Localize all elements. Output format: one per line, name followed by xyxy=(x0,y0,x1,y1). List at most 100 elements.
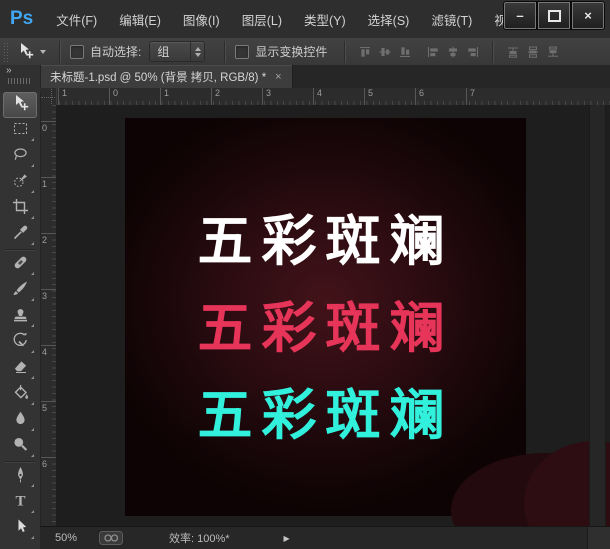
auto-select-label: 自动选择: xyxy=(90,45,142,59)
divider xyxy=(224,40,227,63)
spinner-icon xyxy=(190,42,204,61)
auto-select-dropdown[interactable]: 组 xyxy=(149,41,206,62)
canvas-text-line: 五彩斑斓 xyxy=(197,210,454,272)
distribute-vcenter-icon[interactable] xyxy=(526,45,540,59)
ruler-tick-label: 1 xyxy=(160,88,169,105)
collapse-panel-icon[interactable]: » xyxy=(0,65,40,76)
spot-healing-tool[interactable] xyxy=(3,252,37,278)
flyout-triangle-icon xyxy=(31,190,34,193)
quick-select-tool[interactable] xyxy=(3,170,37,196)
minimize-button[interactable]: – xyxy=(503,1,537,30)
eraser-tool[interactable] xyxy=(3,356,37,382)
align-bottom-icon[interactable] xyxy=(398,45,412,59)
blur-tool[interactable] xyxy=(3,408,37,434)
path-select-tool[interactable] xyxy=(3,516,37,542)
clone-stamp-tool[interactable] xyxy=(3,304,37,330)
menu-item[interactable]: 滤镜(T) xyxy=(420,10,483,29)
toolbar-grip[interactable] xyxy=(8,78,32,84)
menu-item[interactable]: 选择(S) xyxy=(357,10,421,29)
lasso-tool[interactable] xyxy=(3,144,37,170)
heal-icon xyxy=(12,254,29,276)
paint-bucket-tool[interactable] xyxy=(3,382,37,408)
menu-item[interactable]: 编辑(E) xyxy=(108,10,172,29)
flyout-triangle-icon xyxy=(31,164,34,167)
auto-select-checkbox[interactable] xyxy=(70,44,84,59)
maximize-icon xyxy=(547,9,561,22)
ruler-origin-corner[interactable] xyxy=(40,88,57,105)
status-sync-icon[interactable] xyxy=(99,531,123,545)
divider xyxy=(5,461,35,463)
flyout-triangle-icon xyxy=(31,536,34,539)
align-vcenter-icon[interactable] xyxy=(378,45,392,59)
canvas-text-line: 五彩斑斓 xyxy=(197,297,454,359)
align-hcenter-icon[interactable] xyxy=(446,45,460,59)
move-icon xyxy=(12,94,29,116)
ruler-tick-label: 5 xyxy=(40,401,56,413)
eyedropper-tool[interactable] xyxy=(3,222,37,248)
vertical-ruler[interactable]: 0 1 2 3 4 5 6 xyxy=(40,105,57,527)
flyout-triangle-icon xyxy=(31,376,34,379)
ruler-tick-label: 0 xyxy=(109,88,118,105)
marquee-tool[interactable] xyxy=(3,118,37,144)
tools-panel: T xyxy=(0,92,41,549)
dodge-icon xyxy=(12,436,29,458)
minimize-icon: – xyxy=(516,8,524,23)
vertical-scrollbar[interactable] xyxy=(589,105,606,527)
ruler-tick-label: 5 xyxy=(364,88,373,105)
menu-bar: Ps 文件(F)编辑(E)图像(I)图层(L)类型(Y)选择(S)滤镜(T)视图… xyxy=(0,0,610,39)
maximize-button[interactable] xyxy=(537,1,571,30)
flyout-triangle-icon xyxy=(31,510,34,513)
show-transform-label: 显示变换控件 xyxy=(255,45,328,59)
flyout-triangle-icon xyxy=(31,216,34,219)
menu-list: 文件(F)编辑(E)图像(I)图层(L)类型(Y)选择(S)滤镜(T)视图(V)… xyxy=(45,0,507,38)
crop-tool[interactable] xyxy=(3,196,37,222)
history-brush-tool[interactable] xyxy=(3,330,37,356)
status-expand-icon[interactable]: ▶ xyxy=(284,534,290,543)
close-icon: × xyxy=(584,8,592,23)
chevron-down-icon[interactable] xyxy=(40,49,46,54)
show-transform-checkbox[interactable] xyxy=(235,44,250,59)
document-area: 五彩斑斓 五彩斑斓 五彩斑斓 xyxy=(56,105,610,527)
brush-icon xyxy=(12,280,29,302)
resize-grip[interactable] xyxy=(587,527,610,549)
align-right-icon[interactable] xyxy=(466,45,480,59)
stamp-icon xyxy=(12,306,29,328)
flyout-triangle-icon xyxy=(31,350,34,353)
menu-item[interactable]: 图层(L) xyxy=(231,10,293,29)
tab-close-icon[interactable]: × xyxy=(275,71,281,83)
pen-tool[interactable] xyxy=(3,464,37,490)
divider xyxy=(344,40,347,63)
distribute-bottom-icon[interactable] xyxy=(546,45,560,59)
canvas[interactable]: 五彩斑斓 五彩斑斓 五彩斑斓 xyxy=(125,118,526,516)
ruler-tick-label: 0 xyxy=(40,121,56,133)
document-tab-bar: 未标题-1.psd @ 50% (背景 拷贝, RGB/8) * × xyxy=(0,65,610,89)
eraser-icon xyxy=(12,358,29,380)
type-tool[interactable]: T xyxy=(3,490,37,516)
eyedropper-icon xyxy=(12,224,29,246)
options-grip[interactable] xyxy=(3,41,9,62)
menu-item[interactable]: 类型(Y) xyxy=(293,10,357,29)
menu-item[interactable]: 图像(I) xyxy=(172,10,231,29)
ruler-tick-label: 1 xyxy=(58,88,67,105)
crop-icon xyxy=(12,198,29,220)
close-button[interactable]: × xyxy=(571,1,605,30)
ruler-tick-label: 1 xyxy=(40,177,56,189)
divider xyxy=(492,40,495,63)
distribute-top-icon[interactable] xyxy=(506,45,520,59)
dodge-tool[interactable] xyxy=(3,434,37,460)
horizontal-ruler[interactable]: 1 0 1 2 3 4 5 6 7 xyxy=(40,88,610,106)
align-left-icon[interactable] xyxy=(426,45,440,59)
zoom-level-field[interactable]: 50% xyxy=(40,532,93,544)
flyout-triangle-icon xyxy=(31,428,34,431)
brush-tool[interactable] xyxy=(3,278,37,304)
flyout-triangle-icon xyxy=(31,324,34,327)
flyout-triangle-icon xyxy=(31,298,34,301)
bucket-icon xyxy=(12,384,29,406)
document-tab-title: 未标题-1.psd @ 50% (背景 拷贝, RGB/8) * xyxy=(50,71,267,84)
menu-item[interactable]: 文件(F) xyxy=(45,10,108,29)
document-tab[interactable]: 未标题-1.psd @ 50% (背景 拷贝, RGB/8) * × xyxy=(40,65,293,88)
move-tool[interactable] xyxy=(3,92,37,118)
align-top-icon[interactable] xyxy=(358,45,372,59)
move-tool-preset-icon xyxy=(17,42,34,62)
auto-select-value: 组 xyxy=(157,45,170,59)
